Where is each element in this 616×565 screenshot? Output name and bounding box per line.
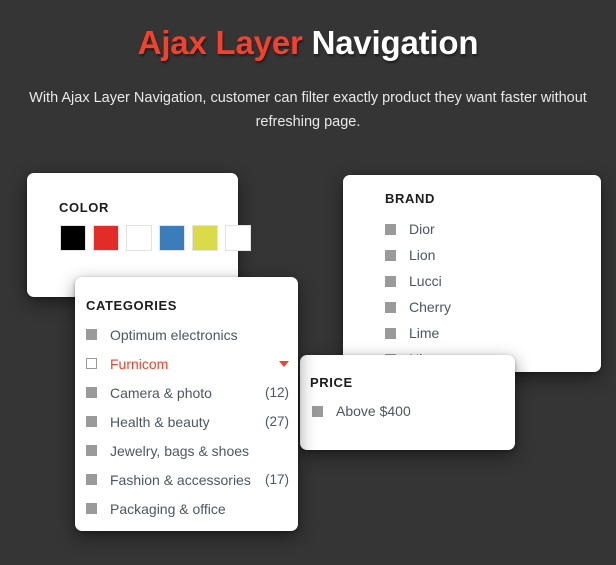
color-swatch-white[interactable]	[126, 225, 152, 251]
filter-row[interactable]: Optimum electronics	[86, 320, 289, 349]
filter-label: Jewelry, bags & shoes	[110, 442, 250, 459]
color-swatch-yellow[interactable]	[192, 225, 218, 251]
chevron-down-icon[interactable]	[279, 360, 289, 367]
filter-row[interactable]: Dior	[385, 216, 555, 242]
checkbox-checked-icon[interactable]	[86, 474, 97, 485]
filter-row[interactable]: Above $400	[312, 400, 472, 422]
brand-panel-title: BRAND	[385, 191, 435, 206]
checkbox-checked-icon[interactable]	[86, 329, 97, 340]
color-swatch-row	[60, 225, 251, 251]
filter-label: Lucci	[409, 273, 442, 289]
color-swatch-red[interactable]	[93, 225, 119, 251]
page-title-rest: Navigation	[302, 24, 479, 61]
page-header: Ajax Layer Navigation With Ajax Layer Na…	[0, 0, 616, 134]
checkbox-checked-icon[interactable]	[86, 387, 97, 398]
filter-count: (27)	[264, 414, 289, 429]
page-title: Ajax Layer Navigation	[0, 0, 616, 64]
filter-row[interactable]: Jewelry, bags & shoes	[86, 436, 289, 465]
filter-label: Lime	[409, 325, 440, 341]
checkbox-checked-icon[interactable]	[385, 249, 396, 261]
checkbox-unchecked-icon[interactable]	[86, 358, 97, 369]
filter-label: Fashion & accessories	[110, 471, 251, 488]
filter-row[interactable]: Camera & photo (12)	[86, 378, 289, 407]
color-swatch-white2[interactable]	[225, 225, 251, 251]
brand-filter-list: DiorLionLucciCherryLimeNice	[385, 216, 555, 372]
filter-row[interactable]: Cherry	[385, 294, 555, 320]
color-swatch-blue[interactable]	[159, 225, 185, 251]
filter-label: Camera & photo	[110, 384, 212, 401]
filter-label: Lion	[409, 247, 436, 263]
filter-row[interactable]: Fashion & accessories (17)	[86, 465, 289, 494]
filter-row[interactable]: Lucci	[385, 268, 555, 294]
checkbox-checked-icon[interactable]	[385, 301, 396, 313]
price-filter-list: Above $400	[312, 400, 472, 422]
page-subtitle: With Ajax Layer Navigation, customer can…	[29, 90, 587, 130]
filter-row[interactable]: Furnicom	[86, 349, 289, 378]
color-swatch-black[interactable]	[60, 225, 86, 251]
filter-panel-categories: CATEGORIES Optimum electronics Furnicom Ca…	[75, 277, 298, 531]
checkbox-checked-icon[interactable]	[385, 223, 396, 235]
filter-panel-price: PRICE Above $400	[300, 355, 515, 450]
filter-label: Above $400	[336, 403, 411, 419]
price-panel-title: PRICE	[310, 375, 353, 390]
categories-panel-title: CATEGORIES	[86, 298, 177, 313]
filter-label: Dior	[409, 221, 435, 237]
filter-label: Optimum electronics	[110, 326, 238, 343]
filter-label: Health & beauty	[110, 413, 210, 430]
filter-label: Packaging & office	[110, 500, 226, 517]
filter-panel-brand: BRAND DiorLionLucciCherryLimeNice	[343, 175, 601, 372]
filter-row[interactable]: Lime	[385, 320, 555, 346]
checkbox-checked-icon[interactable]	[86, 503, 97, 514]
filter-row[interactable]: Lion	[385, 242, 555, 268]
categories-filter-list: Optimum electronics Furnicom Camera & phot…	[86, 320, 289, 523]
filter-row[interactable]: Health & beauty (27)	[86, 407, 289, 436]
page-title-accent: Ajax Layer	[137, 24, 303, 61]
checkbox-checked-icon[interactable]	[86, 445, 97, 456]
filter-label: Cherry	[409, 299, 452, 315]
filter-label: Furnicom	[110, 355, 169, 372]
filter-count: (17)	[264, 472, 289, 487]
checkbox-checked-icon[interactable]	[86, 416, 97, 427]
checkbox-checked-icon[interactable]	[312, 405, 323, 417]
checkbox-checked-icon[interactable]	[385, 327, 396, 339]
filter-count: (12)	[264, 385, 289, 400]
color-panel-title: COLOR	[59, 200, 109, 215]
checkbox-checked-icon[interactable]	[385, 275, 396, 287]
filter-row[interactable]: Packaging & office	[86, 494, 289, 523]
